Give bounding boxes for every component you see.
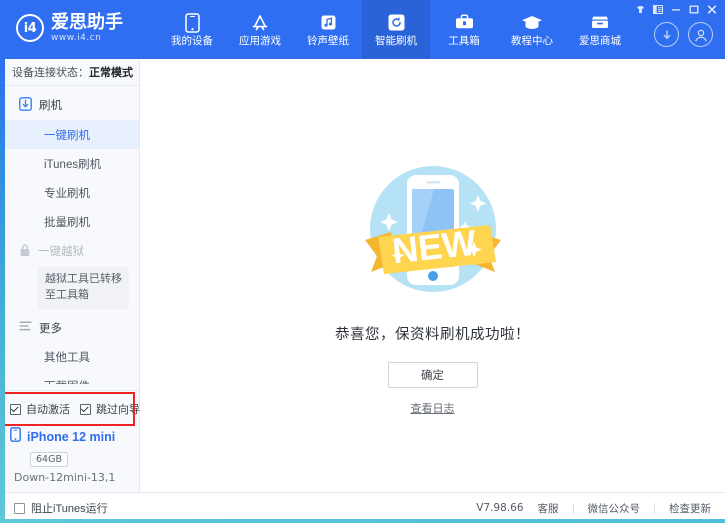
block-itunes-label: 阻止iTunes运行 [31, 500, 108, 516]
refresh-icon [387, 13, 406, 33]
option-auto-activate[interactable]: 自动激活 [10, 401, 70, 417]
more-lines-icon [19, 320, 32, 335]
separator [573, 503, 574, 514]
check-update-link[interactable]: 检查更新 [669, 501, 711, 516]
new-badge-phone-illustration: NEW [343, 137, 523, 317]
logo-badge-text: i4 [24, 21, 37, 36]
sidebar-group-label: 更多 [39, 320, 62, 336]
device-phone-icon [10, 427, 21, 447]
nav-item-ringtones-wallpaper[interactable]: 铃声壁纸 [294, 0, 362, 59]
left-accent-strip [0, 59, 5, 523]
maximize-icon[interactable] [686, 3, 702, 16]
download-icon[interactable] [654, 22, 679, 47]
version-label: V7.98.66 [476, 502, 523, 514]
block-itunes-checkbox[interactable] [14, 503, 25, 514]
nav-item-toolbox[interactable]: 工具箱 [430, 0, 498, 59]
option-label: 跳过向导 [96, 401, 140, 417]
sidebar-item-label: 批量刷机 [44, 214, 90, 230]
flash-icon [19, 97, 32, 114]
sidebar-group-label: 刷机 [39, 97, 62, 113]
sidebar-item-label: 下载固件 [44, 378, 90, 384]
device-status-label: 设备连接状态： [12, 64, 89, 80]
device-capacity-badge: 64GB [30, 452, 68, 467]
sidebar-item-label: 一键刷机 [44, 127, 90, 143]
close-icon[interactable] [704, 3, 720, 16]
block-itunes-option[interactable]: 阻止iTunes运行 [14, 500, 108, 516]
sidebar-options: 自动激活 跳过向导 [0, 397, 139, 421]
nav-label: 应用游戏 [239, 36, 281, 47]
device-status-value: 正常模式 [89, 64, 133, 80]
sidebar-nav-list: 刷机 一键刷机 iTunes刷机 专业刷机 批量刷机 [0, 86, 139, 384]
sidebar-item-label: 专业刷机 [44, 185, 90, 201]
window-controls [632, 3, 720, 16]
logo-title: 爱思助手 [51, 13, 123, 31]
sidebar-item-download-firmware[interactable]: 下载固件 [0, 372, 139, 384]
auto-activate-checkbox[interactable] [10, 404, 21, 415]
sidebar-item-itunes-flash[interactable]: iTunes刷机 [0, 149, 139, 178]
logo-badge-icon: i4 [16, 14, 44, 42]
sidebar-group-jailbreak: 一键越狱 [0, 236, 139, 266]
sidebar-item-pro-flash[interactable]: 专业刷机 [0, 178, 139, 207]
device-connection-status: 设备连接状态： 正常模式 [0, 59, 139, 86]
skin-icon[interactable] [632, 3, 648, 16]
nav-label: 我的设备 [171, 36, 213, 47]
support-link[interactable]: 客服 [538, 501, 559, 516]
minimize-icon[interactable] [668, 3, 684, 16]
success-message: 恭喜您，保资料刷机成功啦！ [335, 323, 530, 344]
app-header: i4 爱思助手 www.i4.cn 我的设备 应用游戏 [0, 0, 725, 59]
device-name: iPhone 12 mini [27, 430, 115, 444]
sidebar-item-label: 其他工具 [44, 349, 90, 365]
sidebar-item-one-key-flash[interactable]: 一键刷机 [0, 120, 139, 149]
main-nav: 我的设备 应用游戏 铃声壁纸 智能刷机 [158, 0, 634, 59]
nav-item-store[interactable]: 爱思商城 [566, 0, 634, 59]
device-card[interactable]: iPhone 12 mini 64GB Down-12mini-13,1 [0, 421, 139, 492]
lock-icon [19, 243, 31, 260]
sidebar-group-label: 一键越狱 [38, 243, 84, 259]
app-logo[interactable]: i4 爱思助手 www.i4.cn [0, 0, 140, 43]
logo-subtitle: www.i4.cn [51, 34, 123, 43]
graduation-icon [521, 13, 543, 33]
wechat-link[interactable]: 微信公众号 [588, 501, 641, 516]
skip-wizard-checkbox[interactable] [80, 404, 91, 415]
sidebar-item-label: iTunes刷机 [44, 156, 101, 172]
jailbreak-tooltip: 越狱工具已转移至工具箱 [38, 267, 129, 309]
option-skip-wizard[interactable]: 跳过向导 [80, 401, 140, 417]
nav-label: 爱思商城 [579, 36, 621, 47]
separator [654, 503, 655, 514]
sidebar-group-more[interactable]: 更多 [0, 313, 139, 343]
account-icon[interactable] [688, 22, 713, 47]
header-right-icons [654, 22, 713, 47]
sidebar-group-flash[interactable]: 刷机 [0, 90, 139, 120]
ribbon-text: NEW [390, 222, 478, 272]
phone-icon [185, 13, 200, 33]
music-icon [320, 13, 337, 33]
device-identifier: Down-12mini-13,1 [14, 471, 139, 484]
toolbox-icon [454, 13, 475, 33]
status-bar-right: V7.98.66 客服 微信公众号 检查更新 [476, 501, 711, 516]
sidebar-divider [0, 390, 139, 391]
nav-item-my-device[interactable]: 我的设备 [158, 0, 226, 59]
app-window: i4 爱思助手 www.i4.cn 我的设备 应用游戏 [0, 0, 725, 523]
store-icon [589, 13, 611, 33]
nav-label: 智能刷机 [375, 36, 417, 47]
nav-item-apps-games[interactable]: 应用游戏 [226, 0, 294, 59]
nav-item-tutorials[interactable]: 教程中心 [498, 0, 566, 59]
menu-icon[interactable] [650, 3, 666, 16]
confirm-button[interactable]: 确定 [388, 362, 478, 388]
sidebar: 设备连接状态： 正常模式 刷机 一键刷机 iTunes刷机 [0, 59, 140, 492]
sidebar-item-batch-flash[interactable]: 批量刷机 [0, 207, 139, 236]
nav-label: 工具箱 [448, 36, 480, 47]
appstore-icon [250, 13, 270, 33]
app-body: 设备连接状态： 正常模式 刷机 一键刷机 iTunes刷机 [0, 59, 725, 492]
sidebar-item-other-tools[interactable]: 其他工具 [0, 343, 139, 372]
option-label: 自动激活 [26, 401, 70, 417]
nav-label: 铃声壁纸 [307, 36, 349, 47]
main-content: NEW 恭喜您，保资料刷机成功啦！ 确定 查看日志 [140, 59, 725, 492]
bottom-accent-strip [0, 519, 725, 523]
view-log-link[interactable]: 查看日志 [411, 400, 455, 416]
nav-label: 教程中心 [511, 36, 553, 47]
nav-item-smart-flash[interactable]: 智能刷机 [362, 0, 430, 59]
